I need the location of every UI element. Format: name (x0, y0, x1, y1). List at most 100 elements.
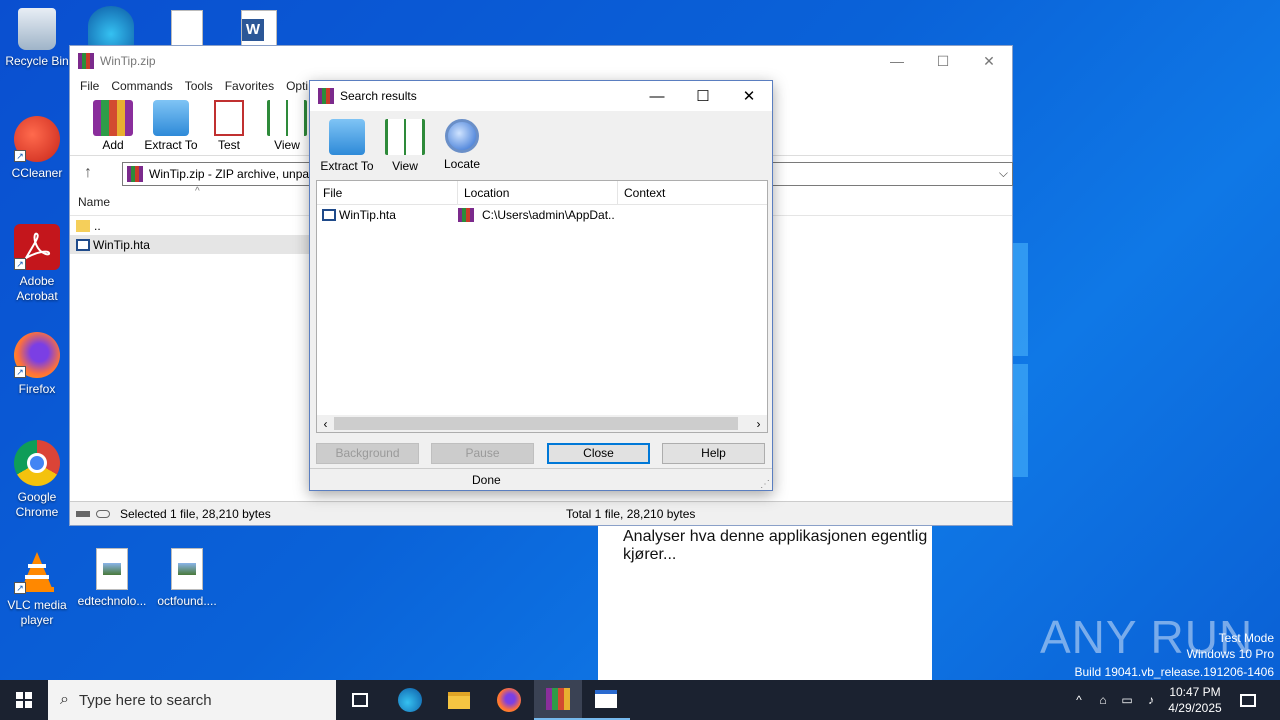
dialog-extract-to-button[interactable]: Extract To (316, 119, 378, 173)
desktop-icon-firefox[interactable]: ↗ Firefox (1, 332, 73, 397)
clock[interactable]: 10:47 PM 4/29/2025 (1162, 680, 1228, 720)
desktop-icon-label: Firefox (18, 382, 56, 396)
desktop-icon-ccleaner[interactable]: ↗ CCleaner (1, 116, 73, 181)
maximize-button[interactable]: ☐ (920, 46, 966, 76)
taskbar-firefox[interactable] (485, 680, 533, 720)
dialog-maximize-button[interactable]: ☐ (680, 81, 726, 111)
main-statusbar: Selected 1 file, 28,210 bytes Total 1 fi… (70, 501, 1012, 525)
help-button[interactable]: Help (662, 443, 765, 464)
desktop-icon-edtechnolo[interactable]: edtechnolo... (76, 548, 148, 609)
desktop-icon-recycle-bin[interactable]: Recycle Bin (1, 8, 73, 69)
test-button[interactable]: Test (200, 96, 258, 155)
desktop-icon-label: octfound.... (157, 594, 217, 608)
shortcut-arrow-icon: ↗ (14, 258, 26, 270)
column-context[interactable]: Context (618, 181, 767, 204)
list-item[interactable]: WinTip.hta (70, 235, 310, 254)
folder-extract-icon (153, 100, 189, 136)
results-list: File Location Context WinTip.hta C:\User… (316, 180, 768, 433)
desktop-icon-label: CCleaner (11, 166, 63, 180)
up-arrow-icon[interactable]: ↑ (84, 164, 92, 182)
menu-commands[interactable]: Commands (105, 79, 178, 93)
result-file: WinTip.hta (339, 208, 396, 222)
edge-desktop-icon[interactable] (88, 6, 134, 46)
resize-grip-icon[interactable]: ⋰ (760, 479, 770, 490)
key-icon (96, 509, 110, 518)
extract-to-label: Extract To (144, 138, 198, 152)
dialog-locate-button[interactable]: Locate (431, 119, 493, 171)
show-hidden-icons-button[interactable]: ^ (1069, 680, 1089, 720)
view-button[interactable]: View (258, 96, 316, 155)
hta-file-icon (76, 238, 90, 251)
desktop-icon-label: Recycle Bin (5, 54, 69, 68)
dialog-minimize-button[interactable]: — (634, 81, 680, 111)
add-button[interactable]: Add (84, 96, 142, 155)
desktop-icon-vlc[interactable]: ↗ VLC media player (1, 548, 73, 628)
winrar-icon (546, 688, 570, 710)
address-text: WinTip.zip - ZIP archive, unpac (149, 167, 316, 181)
firefox-icon: ↗ (14, 332, 60, 378)
scroll-right-icon[interactable]: › (750, 417, 767, 431)
sort-caret-icon: ^ (195, 186, 200, 197)
desktop-icon-adobe-acrobat[interactable]: ↗ Adobe Acrobat (1, 224, 73, 304)
minimize-button[interactable]: — (874, 46, 920, 76)
close-button[interactable]: Close (547, 443, 650, 464)
hta-window-icon (595, 690, 617, 708)
taskbar-hta-app[interactable] (582, 680, 630, 720)
file-icon (171, 548, 203, 590)
ethernet-icon[interactable]: ▭ (1117, 680, 1137, 720)
watermark-build: Build 19041.vb_release.191206-1406 (1074, 665, 1275, 679)
column-location[interactable]: Location (458, 181, 618, 204)
watermark-test-mode: Test Mode (1218, 631, 1274, 645)
taskbar: ⌕ Type here to search ^ ⌂ ▭ ♪ 10:47 PM 4… (0, 680, 1280, 720)
drive-icon (76, 510, 90, 517)
hta-file-icon (322, 209, 336, 221)
taskbar-file-explorer[interactable] (435, 680, 483, 720)
network-icon[interactable]: ⌂ (1093, 680, 1113, 720)
hta-window: Analyser hva denne applikasjonen egentli… (598, 526, 932, 680)
test-clipboard-icon (214, 100, 244, 136)
vlc-icon: ↗ (14, 548, 60, 594)
view-book-icon (385, 119, 425, 155)
desktop-icon-octfound[interactable]: octfound.... (151, 548, 223, 609)
extract-to-button[interactable]: Extract To (142, 96, 200, 155)
main-titlebar[interactable]: WinTip.zip (70, 46, 1012, 76)
status-selected: Selected 1 file, 28,210 bytes (120, 506, 271, 521)
desktop-icon-label: Adobe Acrobat (16, 274, 58, 303)
clock-date: 4/29/2025 (1168, 701, 1222, 715)
shortcut-arrow-icon: ↗ (14, 582, 26, 594)
menu-favorites[interactable]: Favorites (219, 79, 280, 93)
close-button[interactable]: ✕ (966, 46, 1012, 76)
start-button[interactable] (0, 680, 48, 720)
background-button[interactable]: Background (316, 443, 419, 464)
taskbar-search-box[interactable]: ⌕ Type here to search (48, 680, 336, 720)
winrar-app-icon (318, 88, 334, 104)
taskbar-edge[interactable] (386, 680, 434, 720)
volume-icon[interactable]: ♪ (1141, 680, 1161, 720)
image-file-desktop-icon[interactable] (171, 10, 203, 46)
pause-button[interactable]: Pause (431, 443, 534, 464)
chevron-down-icon[interactable]: ⌵ (999, 166, 1008, 181)
dialog-close-icon[interactable]: ✕ (726, 81, 772, 111)
horizontal-scrollbar[interactable]: ‹ › (317, 415, 767, 432)
scroll-left-icon[interactable]: ‹ (317, 417, 334, 431)
test-button-label: Test (217, 138, 240, 152)
task-view-icon (352, 693, 368, 707)
dialog-statusbar: Done ⋰ (310, 468, 772, 490)
desktop-icon-google-chrome[interactable]: Google Chrome (1, 440, 73, 520)
column-file[interactable]: File (317, 181, 458, 204)
notification-center-button[interactable] (1234, 680, 1262, 720)
scroll-thumb[interactable] (334, 417, 738, 430)
word-file-desktop-icon[interactable]: W (241, 10, 277, 46)
menu-tools[interactable]: Tools (179, 79, 219, 93)
task-view-button[interactable] (336, 680, 384, 720)
file-icon (96, 548, 128, 590)
desktop-icon-label: edtechnolo... (77, 594, 147, 608)
view-button-label: View (274, 138, 300, 152)
magnifier-icon (445, 119, 479, 153)
table-row[interactable]: WinTip.hta C:\Users\admin\AppDat... (317, 205, 767, 225)
dialog-view-button[interactable]: View (374, 119, 436, 173)
menu-file[interactable]: File (74, 79, 105, 93)
firefox-icon (497, 688, 521, 712)
dialog-status-text: Done (472, 472, 501, 487)
taskbar-winrar[interactable] (534, 680, 582, 720)
